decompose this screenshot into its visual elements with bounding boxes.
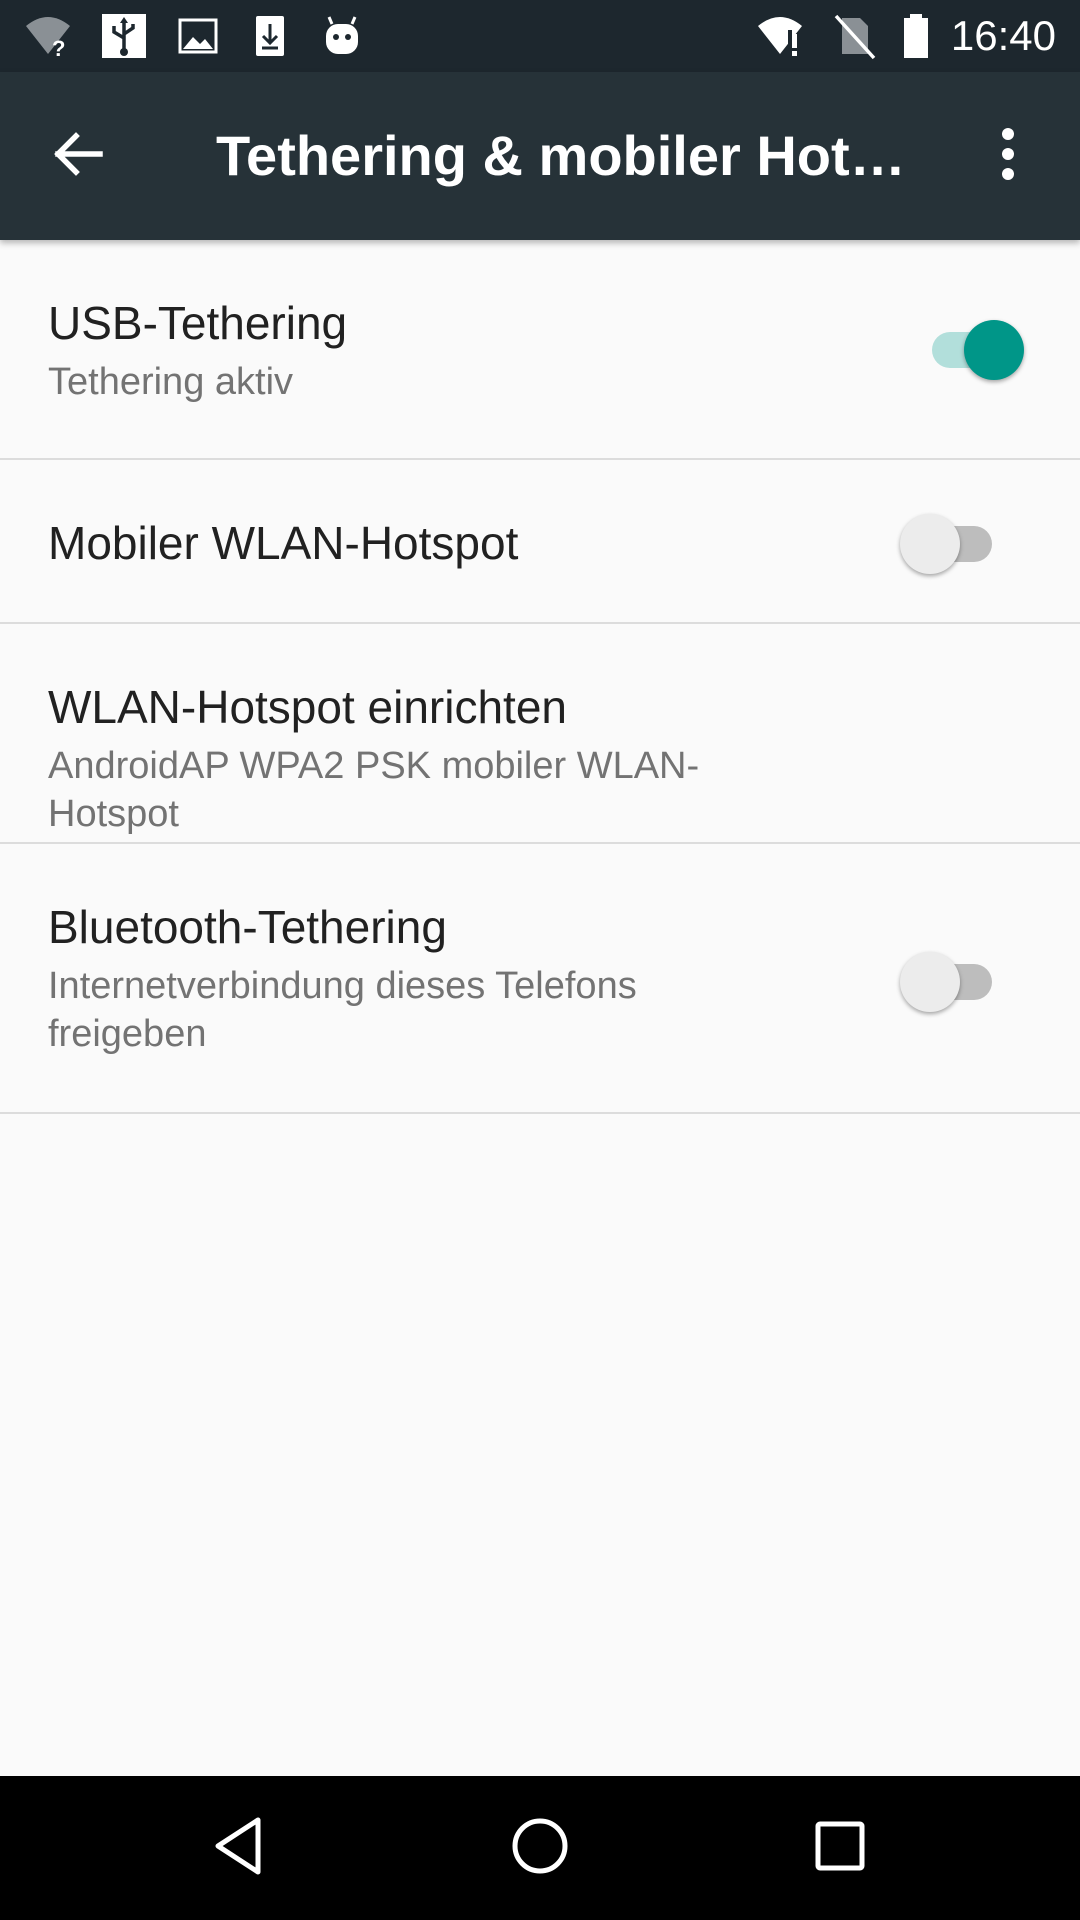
back-button[interactable]: [36, 114, 120, 198]
nav-home-button[interactable]: [480, 1788, 600, 1908]
wlan-hotspot-switch[interactable]: [900, 512, 1000, 576]
nav-back-icon: [210, 1816, 270, 1881]
arrow-back-icon: [50, 126, 106, 187]
more-options-button[interactable]: [966, 114, 1050, 198]
download-icon: [246, 12, 294, 60]
switch-thumb: [900, 952, 960, 1012]
nav-home-icon: [510, 1816, 570, 1881]
usb-tethering-summary: Tethering aktiv: [48, 361, 294, 403]
switch-thumb: [964, 320, 1024, 380]
usb-icon: [100, 12, 148, 60]
usb-tethering-title: USB-Tethering: [48, 297, 348, 349]
wifi-alert-icon: [756, 12, 804, 60]
page-title: Tethering & mobiler Hotspot: [216, 124, 936, 187]
bluetooth-tethering-switch[interactable]: [900, 950, 1000, 1014]
nav-recents-icon: [810, 1816, 870, 1881]
wlan-hotspot-setup-item[interactable]: WLAN-Hotspot einrichten AndroidAP WPA2 P…: [0, 624, 1080, 844]
bluetooth-tethering-summary: Internetverbindung dieses Telefons freig…: [48, 965, 637, 1055]
nav-recents-button[interactable]: [780, 1788, 900, 1908]
switch-thumb: [900, 514, 960, 574]
usb-tethering-switch[interactable]: [924, 318, 1024, 382]
status-clock: 16:40: [950, 12, 1056, 59]
usb-tethering-item[interactable]: USB-Tethering Tethering aktiv: [0, 240, 1080, 460]
android-icon: [318, 12, 366, 60]
bluetooth-tethering-title: Bluetooth-Tethering: [48, 901, 447, 953]
battery-icon: [892, 12, 940, 60]
wlan-hotspot-setup-title: WLAN-Hotspot einrichten: [48, 681, 567, 733]
settings-list: USB-Tethering Tethering aktiv Mobiler WL…: [0, 240, 1080, 1114]
nav-back-button[interactable]: [180, 1788, 300, 1908]
wlan-hotspot-item[interactable]: Mobiler WLAN-Hotspot: [0, 460, 1080, 624]
app-bar: Tethering & mobiler Hotspot: [0, 72, 1080, 240]
navigation-bar: [0, 1776, 1080, 1920]
wlan-hotspot-title: Mobiler WLAN-Hotspot: [48, 517, 519, 569]
image-icon: [174, 12, 222, 60]
more-vert-icon: [996, 126, 1020, 187]
wlan-hotspot-setup-summary: AndroidAP WPA2 PSK mobiler WLAN-Hotspot: [48, 745, 700, 835]
no-sim-icon: [830, 12, 878, 60]
status-bar: ? 16:40: [0, 0, 1080, 72]
wifi-unknown-icon: ?: [24, 12, 72, 60]
bluetooth-tethering-item[interactable]: Bluetooth-Tethering Internetverbindung d…: [0, 844, 1080, 1114]
svg-text:?: ?: [52, 36, 65, 60]
